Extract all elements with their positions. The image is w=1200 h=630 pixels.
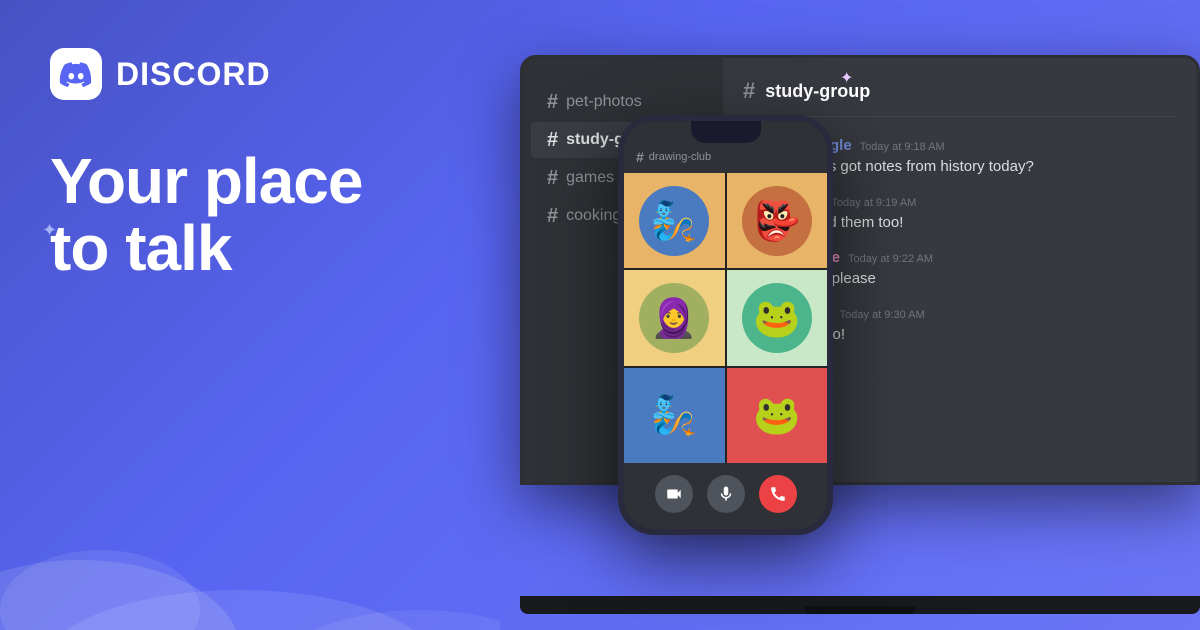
hash-icon: #	[547, 168, 558, 188]
video-grid: 🧞 👺 🧕 🐸 🧞 🐸	[624, 173, 827, 463]
svg-text:🧞: 🧞	[651, 199, 698, 243]
channel-name: pet-photos	[566, 93, 642, 111]
message-timestamp-phibi: Today at 9:30 AM	[840, 309, 925, 321]
mic-button[interactable]	[707, 475, 745, 513]
left-panel: DISCORD Your place to talk ✦	[0, 0, 500, 630]
discord-wordmark: DISCORD	[116, 56, 271, 93]
tagline: Your place to talk	[50, 148, 450, 282]
message-timestamp-cap: Today at 9:19 AM	[831, 197, 916, 209]
logo-area: DISCORD	[50, 48, 450, 100]
svg-text:🧕: 🧕	[651, 296, 698, 341]
camera-button[interactable]	[655, 475, 693, 513]
chat-header-hash: #	[743, 78, 755, 104]
channel-name: games	[566, 169, 614, 187]
phone-mockup: # drawing-club 🧞 👺 🧕 🐸	[618, 115, 833, 535]
video-cell-3: 🧕	[624, 270, 725, 365]
message-timestamp-peppe: Today at 9:22 AM	[848, 253, 933, 265]
video-cell-1: 🧞	[624, 173, 725, 268]
star-decoration-laptop: ✦	[840, 68, 853, 88]
hash-icon: #	[547, 130, 558, 150]
phone-hash-icon: #	[636, 149, 644, 165]
phone-controls	[624, 463, 827, 529]
svg-text:👺: 👺	[753, 197, 801, 244]
video-cell-4: 🐸	[727, 270, 828, 365]
discord-logo-icon	[50, 48, 102, 100]
message-timestamp-graggle: Today at 9:18 AM	[860, 141, 945, 153]
svg-text:🐸: 🐸	[753, 395, 800, 437]
phone-channel-name: drawing-club	[649, 151, 711, 163]
phone-notch	[691, 121, 761, 143]
video-cell-5: 🧞	[624, 368, 725, 463]
video-cell-6: 🐸	[727, 368, 828, 463]
svg-text:🐸: 🐸	[753, 298, 800, 340]
video-cell-2: 👺	[727, 173, 828, 268]
svg-text:🧞: 🧞	[651, 393, 698, 437]
channel-name: cooking	[566, 207, 621, 225]
end-call-button[interactable]	[759, 475, 797, 513]
star-decoration-left: ✦	[42, 220, 57, 241]
chat-header: # study-group	[743, 78, 1177, 117]
hash-icon: #	[547, 206, 558, 226]
laptop-camera-notch	[805, 606, 915, 614]
right-panel: ✦ # pet-photos # study-group # games #	[450, 0, 1200, 630]
hash-icon: #	[547, 92, 558, 112]
chat-header-name: study-group	[765, 81, 870, 102]
